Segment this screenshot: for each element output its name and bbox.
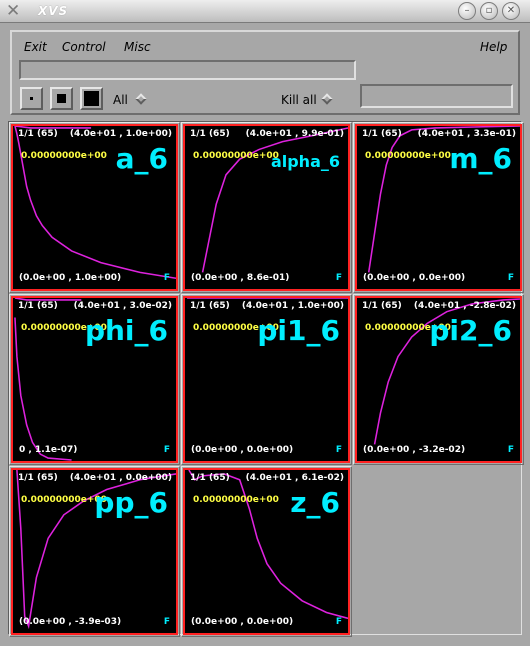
panel-flag: F	[163, 273, 170, 283]
panel-variable-name: pp_6	[94, 486, 168, 519]
panel-flag: F	[507, 273, 514, 283]
panel-range-min: (0.0e+00 , -3.2e-02)	[363, 445, 466, 455]
plot-canvas[interactable]: 1/1 (65) (4.0e+01 , -2.8e-02) 0.00000000e+…	[355, 296, 522, 463]
panel-variable-name: phi_6	[84, 314, 168, 347]
panel-range-max: (4.0e+01 , 1.0e+00)	[69, 129, 172, 139]
plot-panel-pi2_6[interactable]: 1/1 (65) (4.0e+01 , -2.8e-02) 0.00000000e+…	[353, 294, 524, 465]
minimize-icon[interactable]: –	[458, 2, 476, 20]
size-medium-button[interactable]	[50, 87, 73, 110]
size-small-button[interactable]	[20, 87, 43, 110]
panel-range-min: (0.0e+00 , 0.0e+00)	[363, 273, 466, 283]
plot-panel-alpha_6[interactable]: 1/1 (65) (4.0e+01 , 9.9e-01) 0.00000000e+0…	[181, 122, 352, 293]
plot-canvas[interactable]: 1/1 (65) (4.0e+01 , 6.1e-02) 0.00000000e+0…	[183, 468, 350, 635]
menu-help[interactable]: Help	[480, 40, 507, 54]
panel-time-value: 0.00000000e+00	[193, 151, 279, 161]
panel-range-max: (4.0e+01 , 1.0e+00)	[241, 301, 344, 311]
plot-canvas[interactable]: 1/1 (65) (4.0e+01 , 0.0e+00) 0.00000000e+0…	[11, 468, 178, 635]
panel-time-value: 0.00000000e+00	[21, 151, 107, 161]
panel-range-max: (4.0e+01 , 9.9e-01)	[245, 129, 344, 139]
panel-range-max: (4.0e+01 , 3.0e-02)	[73, 301, 172, 311]
panel-flag: F	[335, 445, 342, 455]
plot-panel-pp_6[interactable]: 1/1 (65) (4.0e+01 , 0.0e+00) 0.00000000e+0…	[9, 466, 180, 637]
panel-range-min: 0 , 1.1e-07)	[19, 445, 78, 455]
panel-variable-name: m_6	[449, 142, 512, 175]
panel-time-value: 0.00000000e+00	[193, 495, 279, 505]
panel-variable-name: alpha_6	[270, 152, 340, 171]
status-field[interactable]	[360, 84, 513, 108]
menu-misc[interactable]: Misc	[124, 40, 151, 54]
plot-panel-pi1_6[interactable]: 1/1 (65) (4.0e+01 , 1.0e+00) 0.00000000e+0…	[181, 294, 352, 465]
plot-canvas[interactable]: 1/1 (65) (4.0e+01 , 1.0e+00) 0.00000000e+0…	[11, 124, 178, 291]
panel-range-min: (0.0e+00 , 8.6e-01)	[191, 273, 290, 283]
panel-range-min: (0.0e+00 , -3.9e-03)	[19, 617, 122, 627]
panel-flag: F	[335, 273, 342, 283]
title-bar[interactable]: ✕ XVS – ▫ ✕	[0, 0, 530, 23]
panel-range-max: (4.0e+01 , 0.0e+00)	[69, 473, 172, 483]
panel-flag: F	[163, 617, 170, 627]
window-title: XVS	[38, 4, 69, 18]
plot-panel-m_6[interactable]: 1/1 (65) (4.0e+01 , 3.3e-01) 0.00000000e+0…	[353, 122, 524, 293]
panel-time-value: 0.00000000e+00	[365, 151, 451, 161]
panel-variable-name: z_6	[290, 486, 340, 519]
panel-range-min: (0.0e+00 , 0.0e+00)	[191, 445, 294, 455]
all-option-label[interactable]: All	[113, 93, 128, 107]
panel-range-max: (4.0e+01 , 6.1e-02)	[245, 473, 344, 483]
plot-canvas[interactable]: 1/1 (65) (4.0e+01 , 3.0e-02) 0.00000000e+0…	[11, 296, 178, 463]
panel-variable-name: pi1_6	[257, 314, 340, 347]
plot-canvas[interactable]: 1/1 (65) (4.0e+01 , 3.3e-01) 0.00000000e+0…	[355, 124, 522, 291]
panel-flag: F	[335, 617, 342, 627]
x-logo-icon[interactable]: ✕	[6, 1, 20, 21]
data-curve	[201, 127, 348, 273]
panel-frame-count: 1/1 (65)	[190, 129, 230, 139]
panel-range-min: (0.0e+00 , 1.0e+00)	[19, 273, 122, 283]
panel-range-min: (0.0e+00 , 0.0e+00)	[191, 617, 294, 627]
panel-frame-count: 1/1 (65)	[18, 301, 58, 311]
panel-range-max: (4.0e+01 , -2.8e-02)	[413, 301, 516, 311]
panel-frame-count: 1/1 (65)	[190, 473, 230, 483]
panel-frame-count: 1/1 (65)	[362, 301, 402, 311]
panel-flag: F	[507, 445, 514, 455]
panel-variable-name: pi2_6	[429, 314, 512, 347]
menu-control[interactable]: Control	[62, 40, 106, 54]
panel-range-max: (4.0e+01 , 3.3e-01)	[417, 129, 516, 139]
plot-panel-a_6[interactable]: 1/1 (65) (4.0e+01 , 1.0e+00) 0.00000000e+0…	[9, 122, 180, 293]
panel-frame-count: 1/1 (65)	[190, 301, 230, 311]
panel-variable-name: a_6	[115, 142, 168, 175]
plot-panel-z_6[interactable]: 1/1 (65) (4.0e+01 , 6.1e-02) 0.00000000e+0…	[181, 466, 352, 637]
menu-exit[interactable]: Exit	[24, 40, 47, 54]
size-large-button[interactable]	[80, 87, 103, 110]
kill-all-label[interactable]: Kill all	[281, 93, 317, 107]
plot-panel-phi_6[interactable]: 1/1 (65) (4.0e+01 , 3.0e-02) 0.00000000e+0…	[9, 294, 180, 465]
plot-canvas[interactable]: 1/1 (65) (4.0e+01 , 9.9e-01) 0.00000000e+0…	[183, 124, 350, 291]
plot-canvas[interactable]: 1/1 (65) (4.0e+01 , 1.0e+00) 0.00000000e+0…	[183, 296, 350, 463]
message-field[interactable]	[19, 60, 356, 80]
panel-frame-count: 1/1 (65)	[18, 129, 58, 139]
panel-flag: F	[163, 445, 170, 455]
panel-frame-count: 1/1 (65)	[362, 129, 402, 139]
panel-frame-count: 1/1 (65)	[18, 473, 58, 483]
close-icon[interactable]: ✕	[502, 2, 520, 20]
maximize-icon[interactable]: ▫	[480, 2, 498, 20]
